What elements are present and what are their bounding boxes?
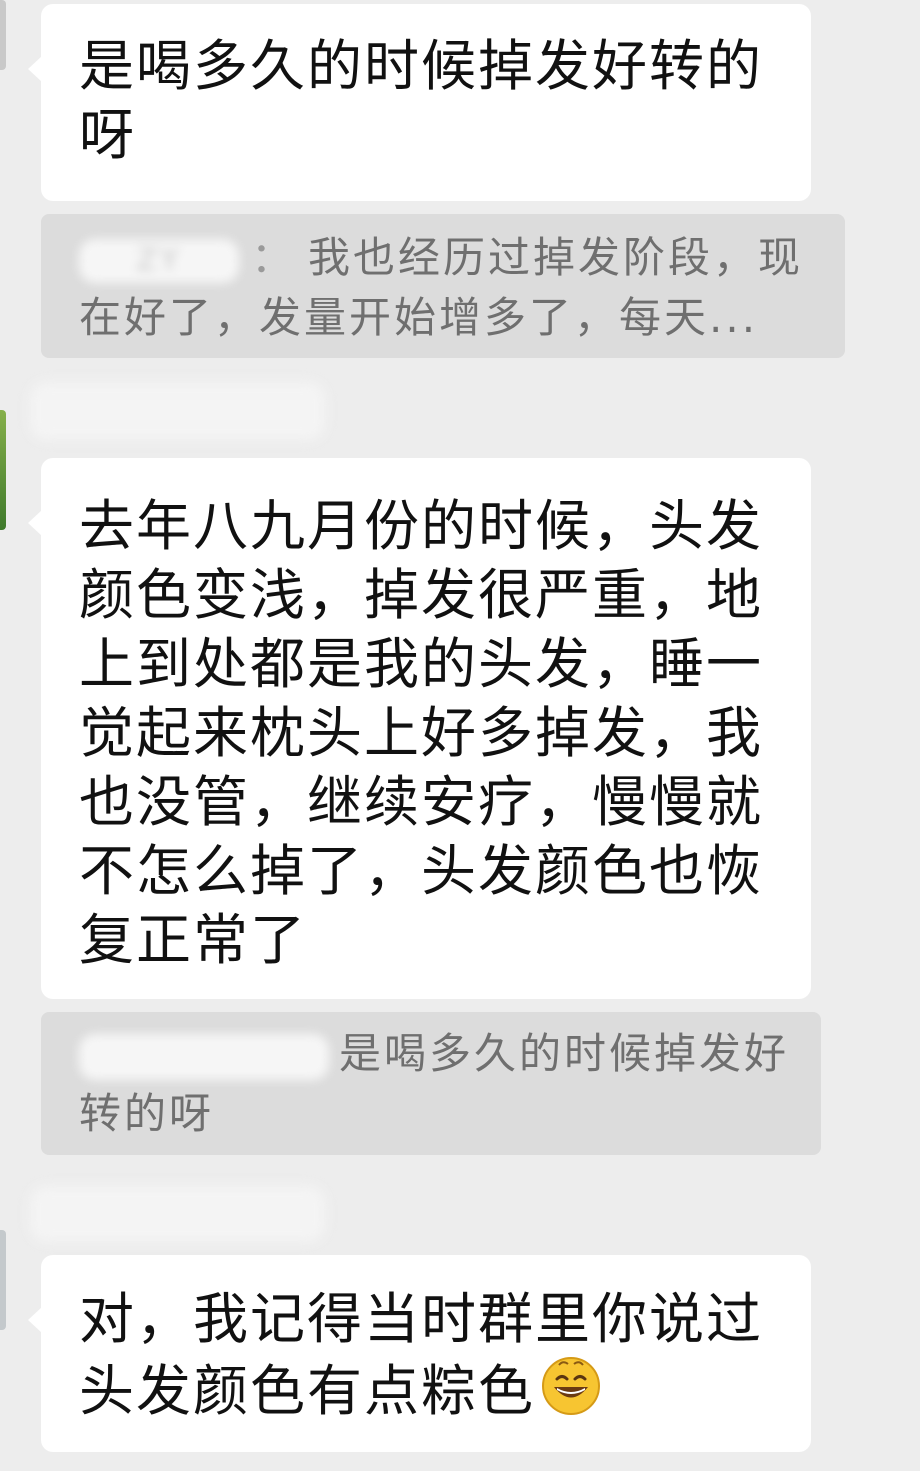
avatar[interactable] [0,410,6,530]
sender-name-redacted [30,382,325,440]
message-bubble[interactable]: 去年八九月份的时候，头发颜色变浅，掉发很严重，地上到处都是我的头发，睡一觉起来枕… [28,458,811,999]
message-text: 是喝多久的时候掉发好转的呀 [79,34,764,167]
grinning-face-icon [539,1354,603,1434]
quoted-sender-name-redacted [79,1033,329,1080]
message-text: 去年八九月份的时候，头发颜色变浅，掉发很严重，地上到处都是我的头发，睡一觉起来枕… [79,494,764,972]
message-bubble[interactable]: 是喝多久的时候掉发好转的呀 [28,4,811,201]
quoted-message-separator: ： [251,233,297,282]
message-text: 对，我记得当时群里你说过头发颜色有点粽色 [79,1287,764,1423]
message-bubble[interactable]: 对，我记得当时群里你说过头发颜色有点粽色 [28,1255,811,1452]
avatar[interactable] [0,1230,6,1330]
quoted-message[interactable]: 是喝多久的时候掉发好转的呀 [41,1012,821,1155]
quoted-message[interactable]: ZY：我也经历过掉发阶段，现在好了，发量开始增多了，每天... [41,214,845,358]
sender-name-redacted [30,1186,325,1242]
quoted-sender-name: ZY [79,238,239,283]
avatar[interactable] [0,0,6,70]
